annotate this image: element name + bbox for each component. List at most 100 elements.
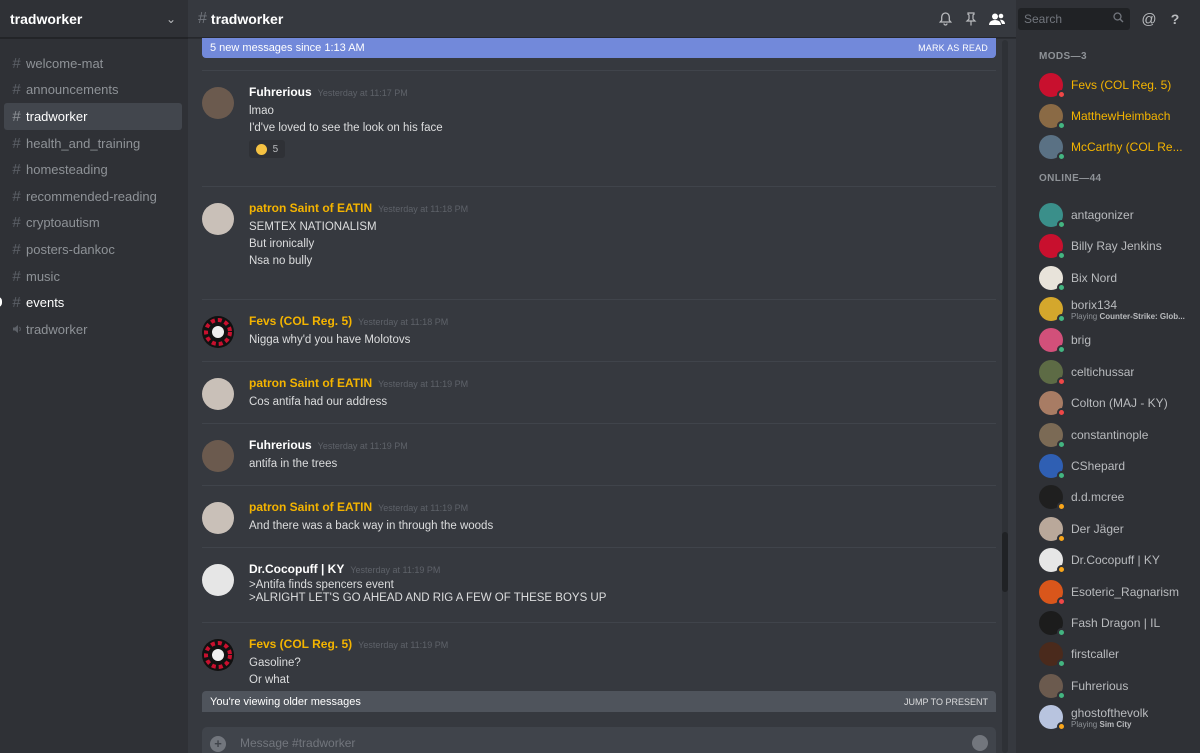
message-header: Dr.Cocopuff | KY Yesterday at 11:19 PM <box>249 562 440 576</box>
message-header: Fuhrerious Yesterday at 11:17 PM <box>249 85 408 99</box>
message-author[interactable]: patron Saint of EATIN <box>249 201 372 215</box>
message-header: patron Saint of EATIN Yesterday at 11:19 … <box>249 500 468 514</box>
new-messages-banner[interactable]: 5 new messages since 1:13 AM MARK AS REA… <box>202 38 996 58</box>
avatar[interactable] <box>202 502 234 534</box>
avatar <box>1039 328 1066 355</box>
member-item[interactable]: Bix Nord <box>1016 262 1200 293</box>
avatar[interactable] <box>202 639 234 671</box>
message-author[interactable]: patron Saint of EATIN <box>249 500 372 514</box>
reaction-button[interactable]: 5 <box>249 140 285 158</box>
status-online-icon <box>1057 219 1066 229</box>
message-input[interactable]: Message #tradworker <box>240 736 355 750</box>
message-author[interactable]: Fuhrerious <box>249 85 312 99</box>
channel-item-music[interactable]: # music <box>4 263 182 290</box>
member-item[interactable]: constantinople <box>1016 419 1200 450</box>
channel-name: music <box>26 268 60 284</box>
server-name: tradworker <box>10 10 83 27</box>
channel-item-announcements[interactable]: # announcements <box>4 77 182 104</box>
member-name: celtichussar <box>1071 364 1135 379</box>
member-item[interactable]: firstcaller <box>1016 639 1200 670</box>
channel-item-welcome-mat[interactable]: # welcome-mat <box>4 50 182 77</box>
member-item[interactable]: antagonizer <box>1016 199 1200 230</box>
status-online-icon <box>1057 659 1066 669</box>
message-line: >Antifa finds spencers event <box>249 579 394 591</box>
member-item[interactable]: Fash Dragon | IL <box>1016 607 1200 638</box>
members-icon[interactable] <box>984 6 1010 32</box>
help-icon[interactable]: ? <box>1162 6 1188 32</box>
member-info: Esoteric_Ragnarism <box>1071 585 1179 599</box>
channel-item-homesteading[interactable]: # homesteading <box>4 156 182 183</box>
avatar <box>1039 359 1066 386</box>
hash-icon: # <box>12 240 21 258</box>
search-icon <box>1113 12 1124 26</box>
member-info: Fevs (COL Reg. 5) <box>1071 78 1171 92</box>
server-header[interactable]: tradworker ⌄ <box>0 0 188 38</box>
mark-as-read-button[interactable]: MARK AS READ <box>918 43 988 53</box>
message-author[interactable]: Fevs (COL Reg. 5) <box>249 637 352 651</box>
member-item[interactable]: Esoteric_Ragnarism <box>1016 576 1200 607</box>
channel-item-health_and_training[interactable]: # health_and_training <box>4 130 182 157</box>
avatar[interactable] <box>202 378 234 410</box>
message-timestamp: Yesterday at 11:18 PM <box>358 317 449 327</box>
avatar <box>1039 516 1066 543</box>
member-item[interactable]: Fuhrerious <box>1016 670 1200 701</box>
channel-item-tradworker[interactable]: # tradworker <box>4 103 182 130</box>
member-item[interactable]: d.d.mcree <box>1016 482 1200 513</box>
message: Dr.Cocopuff | KY Yesterday at 11:19 PM >An… <box>202 547 996 622</box>
message-author[interactable]: Dr.Cocopuff | KY <box>249 562 344 576</box>
message-author[interactable]: patron Saint of EATIN <box>249 376 372 390</box>
channel-item-recommended-reading[interactable]: # recommended-reading <box>4 183 182 210</box>
member-name: brig <box>1071 333 1092 348</box>
member-item[interactable]: Der Jäger <box>1016 513 1200 544</box>
channel-item-tradworker[interactable]: tradworker <box>4 316 182 343</box>
member-name: McCarthy (COL Re... <box>1071 140 1183 155</box>
avatar[interactable] <box>202 564 234 596</box>
avatar[interactable] <box>202 203 234 235</box>
avatar <box>1039 579 1066 606</box>
avatar <box>1039 673 1066 700</box>
scrollbar-thumb[interactable] <box>1002 532 1008 592</box>
scrollbar-track[interactable] <box>1002 40 1008 753</box>
status-online-icon <box>1057 152 1066 162</box>
hash-icon: # <box>12 214 21 232</box>
member-item[interactable]: Dr.Cocopuff | KY <box>1016 544 1200 575</box>
member-item[interactable]: ghostofthevolk Playing Sim City <box>1016 701 1200 732</box>
older-messages-text: You're viewing older messages <box>210 695 361 708</box>
channel-item-cryptoautism[interactable]: # cryptoautism <box>4 210 182 237</box>
chevron-down-icon[interactable]: ⌄ <box>166 12 176 26</box>
member-item[interactable]: MatthewHeimbach <box>1016 100 1200 131</box>
hash-icon: # <box>12 267 21 285</box>
member-item[interactable]: McCarthy (COL Re... <box>1016 132 1200 163</box>
member-item[interactable]: borix134 Playing Counter-Strike: Glob... <box>1016 293 1200 324</box>
status-dnd-icon <box>1057 376 1066 386</box>
message-header: Fevs (COL Reg. 5) Yesterday at 11:19 PM <box>249 637 448 651</box>
message-author[interactable]: Fevs (COL Reg. 5) <box>249 314 352 328</box>
emoji-picker-icon[interactable] <box>972 735 988 751</box>
avatar <box>1039 485 1066 512</box>
channel-item-events[interactable]: # events <box>0 289 182 316</box>
bell-icon[interactable] <box>932 6 958 32</box>
message-author[interactable]: Fuhrerious <box>249 438 312 452</box>
status-online-icon <box>1057 470 1066 480</box>
message-line: And there was a back way in through the … <box>249 520 494 532</box>
member-item[interactable]: CShepard <box>1016 450 1200 481</box>
chat-area: # tradworker Search @ ? 5 new messages s… <box>188 0 1179 753</box>
member-activity: Playing Sim City <box>1071 720 1148 729</box>
jump-to-present-button[interactable]: JUMP TO PRESENT <box>904 697 988 707</box>
member-item[interactable]: brig <box>1016 325 1200 356</box>
member-name: ghostofthevolk <box>1071 705 1149 720</box>
avatar[interactable] <box>202 316 234 348</box>
member-item[interactable]: Fevs (COL Reg. 5) <box>1016 69 1200 100</box>
search-input[interactable]: Search <box>1018 8 1130 30</box>
upload-plus-icon[interactable]: + <box>210 736 226 752</box>
channel-item-posters-dankoc[interactable]: # posters-dankoc <box>4 236 182 263</box>
member-item[interactable]: Colton (MAJ - KY) <box>1016 388 1200 419</box>
member-item[interactable]: Billy Ray Jenkins <box>1016 231 1200 262</box>
pin-icon[interactable] <box>958 6 984 32</box>
mention-icon[interactable]: @ <box>1136 6 1162 32</box>
member-item[interactable]: celtichussar <box>1016 356 1200 387</box>
avatar[interactable] <box>202 87 234 119</box>
message-composer[interactable]: + Message #tradworker <box>202 727 996 753</box>
hash-icon: # <box>12 81 21 99</box>
avatar[interactable] <box>202 440 234 472</box>
